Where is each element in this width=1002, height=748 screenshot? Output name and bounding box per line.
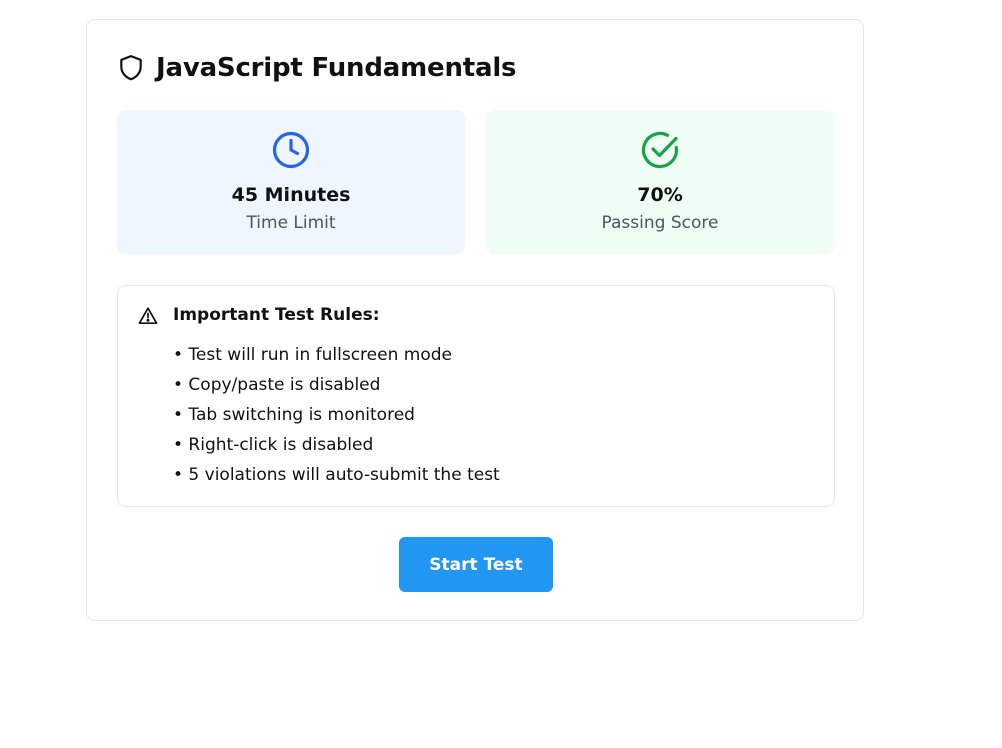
passing-score-value: 70%: [637, 184, 683, 206]
rules-list: • Test will run in fullscreen mode • Cop…: [173, 340, 500, 490]
passing-score-card: 70% Passing Score: [486, 110, 834, 254]
shield-icon: [118, 54, 146, 82]
rule-item: • 5 violations will auto-submit the test: [173, 465, 500, 485]
clock-icon: [271, 130, 311, 170]
check-circle-icon: [640, 130, 680, 170]
rule-item: • Right-click is disabled: [173, 435, 374, 455]
test-intro-card: JavaScript Fundamentals 45 Minutes Time …: [86, 19, 864, 621]
rule-item: • Test will run in fullscreen mode: [173, 345, 452, 365]
warning-triangle-icon: [138, 306, 158, 326]
passing-score-label: Passing Score: [601, 213, 719, 233]
start-test-button[interactable]: Start Test: [399, 537, 553, 592]
rule-item: • Tab switching is monitored: [173, 405, 415, 425]
time-limit-label: Time Limit: [246, 213, 336, 233]
rules-heading: Important Test Rules:: [173, 305, 380, 325]
test-rules-panel: Important Test Rules: • Test will run in…: [117, 285, 835, 507]
time-limit-card: 45 Minutes Time Limit: [117, 110, 465, 254]
time-limit-value: 45 Minutes: [231, 184, 351, 206]
rule-item: • Copy/paste is disabled: [173, 375, 381, 395]
test-title: JavaScript Fundamentals: [156, 53, 517, 83]
test-header: JavaScript Fundamentals: [118, 50, 517, 86]
